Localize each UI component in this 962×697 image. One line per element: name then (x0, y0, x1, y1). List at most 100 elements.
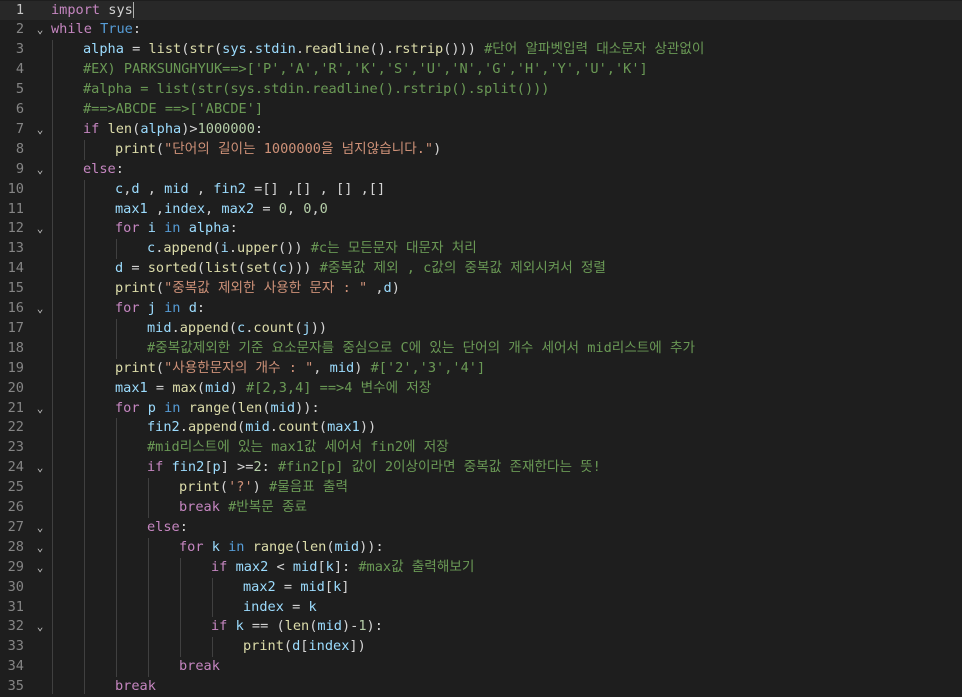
code-token: len (284, 618, 310, 635)
code-text[interactable]: for i in alpha: (115, 219, 238, 239)
code-text[interactable]: alpha = list(str(sys.stdin.readline().rs… (83, 40, 704, 60)
code-text[interactable]: for p in range(len(mid)): (115, 399, 320, 419)
code-text[interactable]: d = sorted(list(set(c))) #중복값 제외 , c값의 중… (115, 259, 606, 279)
fold-chevron-icon[interactable]: ⌄ (33, 120, 47, 140)
code-line[interactable]: 14 d = sorted(list(set(c))) #중복값 제외 , c값의… (0, 259, 962, 279)
code-line[interactable]: 10 c,d , mid , fin2 =[] ,[] , [] ,[] (0, 180, 962, 200)
code-line[interactable]: 35 break (0, 677, 962, 697)
code-text[interactable]: if max2 < mid[k]: #max값 출력해보기 (211, 558, 474, 578)
code-line[interactable]: 13 c.append(i.upper()) #c는 모든문자 대문자 처리 (0, 239, 962, 259)
code-text[interactable]: for k in range(len(mid)): (179, 538, 384, 558)
code-line[interactable]: 6 #==>ABCDE ==>['ABCDE'] (0, 100, 962, 120)
code-token: readline (304, 41, 370, 58)
code-text[interactable]: print("사용한문자의 개수 : ", mid) #['2','3','4'… (115, 359, 485, 379)
code-line[interactable]: 23 #mid리스트에 있는 max1값 세어서 fin2에 저장 (0, 438, 962, 458)
code-text[interactable]: if k == (len(mid)-1): (211, 617, 383, 637)
code-text[interactable]: #mid리스트에 있는 max1값 세어서 fin2에 저장 (147, 438, 449, 458)
code-text[interactable]: max1 = max(mid) #[2,3,4] ==>4 변수에 저장 (115, 379, 431, 399)
code-line[interactable]: 33 print(d[index]) (0, 637, 962, 657)
code-text[interactable]: break (179, 657, 220, 677)
fold-chevron-icon[interactable]: ⌄ (33, 20, 47, 40)
code-text[interactable]: c,d , mid , fin2 =[] ,[] , [] ,[] (115, 180, 385, 200)
code-token: , (139, 180, 165, 197)
code-text[interactable]: if fin2[p] >=2: #fin2[p] 값이 2이상이라면 중복값 존… (147, 458, 601, 478)
code-token: 2 (253, 459, 262, 476)
code-text[interactable]: #EX) PARKSUNGHYUK==>['P','A','R','K','S'… (83, 60, 648, 80)
fold-chevron-icon[interactable]: ⌄ (33, 399, 47, 419)
code-token: = (147, 379, 173, 396)
code-text[interactable]: print("중복값 제외한 사용한 문자 : " ,d) (115, 279, 400, 299)
code-token: , (188, 180, 214, 197)
fold-chevron-icon[interactable]: ⌄ (33, 299, 47, 319)
code-line[interactable]: 29 ⌄ if max2 < mid[k]: #max값 출력해보기 (0, 558, 962, 578)
code-text[interactable]: max1 ,index, max2 = 0, 0,0 (115, 200, 328, 220)
code-text[interactable]: print('?') #물음표 출력 (179, 478, 348, 498)
code-line[interactable]: 1 import sys (0, 0, 962, 21)
code-line[interactable]: 28 ⌄ for k in range(len(mid)): (0, 538, 962, 558)
code-line[interactable]: 32 ⌄ if k == (len(mid)-1): (0, 617, 962, 637)
fold-chevron-icon[interactable]: ⌄ (33, 458, 47, 478)
code-token: i (220, 240, 229, 257)
code-text[interactable]: print("단어의 길이는 1000000을 넘지않습니다.") (115, 140, 441, 160)
code-line[interactable]: 12 ⌄ for i in alpha: (0, 219, 962, 239)
code-line[interactable]: 21 ⌄ for p in range(len(mid)): (0, 399, 962, 419)
code-line[interactable]: 11 max1 ,index, max2 = 0, 0,0 (0, 200, 962, 220)
fold-chevron-icon[interactable]: ⌄ (33, 558, 47, 578)
code-token: ] (341, 578, 350, 595)
code-line[interactable]: 5 #alpha = list(str(sys.stdin.readline().… (0, 80, 962, 100)
code-editor[interactable]: 1 import sys 2 ⌄ while True: 3 alpha = list(st… (0, 0, 962, 694)
code-line[interactable]: 3 alpha = list(str(sys.stdin.readline().r… (0, 40, 962, 60)
code-token: d (115, 260, 124, 277)
code-line[interactable]: 20 max1 = max(mid) #[2,3,4] ==>4 변수에 저장 (0, 379, 962, 399)
code-line[interactable]: 16 ⌄ for j in d: (0, 299, 962, 319)
code-line[interactable]: 15 print("중복값 제외한 사용한 문자 : " ,d) (0, 279, 962, 299)
fold-chevron-icon[interactable]: ⌄ (33, 617, 47, 637)
fold-chevron-icon[interactable]: ⌄ (33, 219, 47, 239)
code-text[interactable]: index = k (243, 598, 317, 618)
code-text[interactable]: fin2.append(mid.count(max1)) (147, 418, 376, 438)
code-text[interactable]: break #반복문 종료 (179, 498, 307, 518)
code-text[interactable]: #alpha = list(str(sys.stdin.readline().r… (83, 80, 550, 100)
code-token: index (164, 200, 206, 217)
code-token: d (383, 280, 392, 297)
code-line[interactable]: 8 print("단어의 길이는 1000000을 넘지않습니다.") (0, 140, 962, 160)
code-line[interactable]: 2 ⌄ while True: (0, 20, 962, 40)
code-token: k (308, 598, 317, 615)
fold-chevron-icon[interactable]: ⌄ (33, 160, 47, 180)
code-text[interactable]: if len(alpha)>1000000: (83, 120, 263, 140)
code-text[interactable]: break (115, 677, 156, 697)
code-text[interactable]: c.append(i.upper()) #c는 모든문자 대문자 처리 (147, 239, 477, 259)
code-line[interactable]: 24 ⌄ if fin2[p] >=2: #fin2[p] 값이 2이상이라면 중복… (0, 458, 962, 478)
code-text[interactable]: while True: (51, 20, 141, 40)
code-line[interactable]: 34 break (0, 657, 962, 677)
code-text[interactable]: #중복값제외한 기준 요소문자를 중심으로 C에 있는 단어의 개수 세어서 m… (147, 339, 695, 359)
code-line[interactable]: 4 #EX) PARKSUNGHYUK==>['P','A','R','K','S… (0, 60, 962, 80)
code-line[interactable]: 18 #중복값제외한 기준 요소문자를 중심으로 C에 있는 단어의 개수 세어서… (0, 339, 962, 359)
code-text[interactable]: else: (83, 160, 124, 180)
code-line[interactable]: 19 print("사용한문자의 개수 : ", mid) #['2','3','… (0, 359, 962, 379)
line-number: 16 (7, 300, 24, 316)
code-token: range (252, 538, 294, 555)
code-line[interactable]: 25 print('?') #물음표 출력 (0, 478, 962, 498)
code-text[interactable]: else: (147, 518, 188, 538)
code-line[interactable]: 22 fin2.append(mid.count(max1)) (0, 418, 962, 438)
code-line[interactable]: 7 ⌄ if len(alpha)>1000000: (0, 120, 962, 140)
code-token: rstrip (394, 41, 444, 58)
code-token: = (254, 200, 279, 217)
code-line[interactable]: 30 max2 = mid[k] (0, 578, 962, 598)
code-text[interactable]: mid.append(c.count(j)) (147, 319, 327, 339)
fold-chevron-icon[interactable]: ⌄ (33, 538, 47, 558)
code-line[interactable]: 9 ⌄ else: (0, 160, 962, 180)
fold-chevron-icon[interactable]: ⌄ (33, 518, 47, 538)
code-text[interactable]: #==>ABCDE ==>['ABCDE'] (83, 100, 263, 120)
code-line[interactable]: 17 mid.append(c.count(j)) (0, 319, 962, 339)
code-text[interactable]: max2 = mid[k] (243, 578, 349, 598)
code-line[interactable]: 27 ⌄ else: (0, 518, 962, 538)
code-text[interactable]: import sys (51, 1, 134, 21)
code-text[interactable]: for j in d: (115, 299, 205, 319)
line-number: 33 (7, 638, 24, 655)
code-text[interactable]: print(d[index]) (243, 637, 366, 657)
code-line[interactable]: 31 index = k (0, 598, 962, 618)
code-line[interactable]: 26 break #반복문 종료 (0, 498, 962, 518)
